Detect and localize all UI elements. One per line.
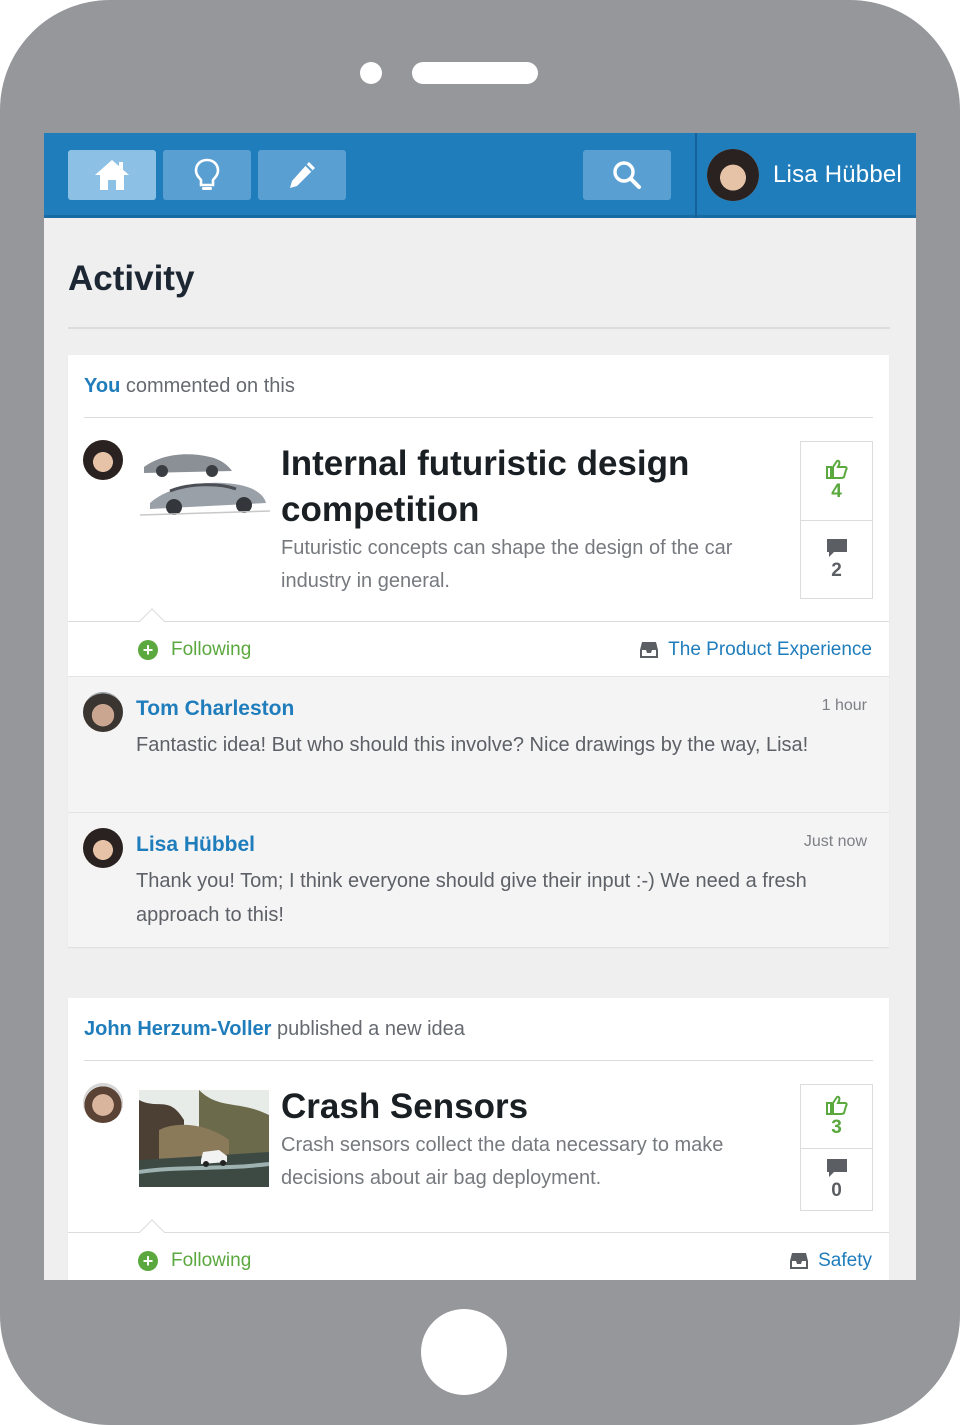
author-avatar[interactable] <box>83 1083 123 1123</box>
user-avatar <box>707 149 759 201</box>
activity-actor[interactable]: You <box>84 375 120 397</box>
author-avatar[interactable] <box>83 440 123 480</box>
following-label: Following <box>171 1250 252 1271</box>
plus-circle-icon: + <box>138 1251 158 1271</box>
like-count: 3 <box>831 1116 842 1138</box>
page-title: Activity <box>68 259 195 298</box>
inbox-icon <box>640 642 659 658</box>
search-button[interactable] <box>583 150 671 200</box>
user-divider <box>695 133 697 218</box>
footer-divider <box>68 621 889 622</box>
lightbulb-icon <box>194 158 220 190</box>
idea-stats: 4 2 <box>800 441 873 599</box>
ideas-nav-button[interactable] <box>163 150 251 200</box>
comment-text: Fantastic idea! But who should this invo… <box>136 734 809 756</box>
activity-actor[interactable]: John Herzum-Voller <box>84 1018 271 1040</box>
like-count-button[interactable]: 3 <box>801 1085 872 1148</box>
commenter-name[interactable]: Tom Charleston <box>136 697 294 721</box>
home-hardware-button[interactable] <box>421 1309 507 1395</box>
idea-thumbnail-car-sketch[interactable] <box>140 445 270 527</box>
header-divider <box>84 1060 873 1061</box>
speaker-slot <box>412 62 538 84</box>
user-name: Lisa Hübbel <box>773 161 902 188</box>
commenter-name[interactable]: Lisa Hübbel <box>136 833 255 857</box>
app-screen: Lisa Hübbel Activity You commented on th… <box>44 133 916 1280</box>
comment-time: Just now <box>803 833 867 850</box>
plus-circle-icon: + <box>138 640 158 660</box>
home-icon <box>95 160 129 190</box>
search-icon <box>613 161 641 189</box>
comment-item: Lisa Hübbel Just now Thank you! Tom; I t… <box>68 812 889 947</box>
user-menu[interactable]: Lisa Hübbel <box>707 149 902 201</box>
commenter-avatar[interactable] <box>83 692 123 732</box>
comment-text: Thank you! Tom; I think everyone should … <box>136 870 807 926</box>
home-nav-button[interactable] <box>68 150 156 200</box>
channel-name: Safety <box>818 1250 872 1271</box>
following-toggle[interactable]: + Following <box>138 639 251 661</box>
idea-thumbnail-forest-car[interactable] <box>139 1090 269 1187</box>
comment-count: 2 <box>831 559 842 581</box>
activity-header: You commented on this <box>84 375 295 398</box>
idea-stats: 3 0 <box>800 1084 873 1211</box>
comment-count-button[interactable]: 2 <box>801 520 872 598</box>
commenter-avatar[interactable] <box>83 828 123 868</box>
title-divider <box>68 327 890 329</box>
comment-time: 1 hour <box>821 697 867 714</box>
thumbs-up-icon <box>825 459 848 479</box>
device-frame: Lisa Hübbel Activity You commented on th… <box>0 0 960 1425</box>
header-divider <box>84 417 873 418</box>
activity-action: commented on this <box>125 375 295 397</box>
following-label: Following <box>171 639 252 660</box>
activity-header: John Herzum-Voller published a new idea <box>84 1018 465 1041</box>
top-navigation-bar: Lisa Hübbel <box>44 133 916 218</box>
create-idea-nav-button[interactable] <box>258 150 346 200</box>
comment-count-button[interactable]: 0 <box>801 1148 872 1210</box>
comment-count: 0 <box>831 1179 842 1201</box>
thumbs-up-icon <box>825 1095 848 1115</box>
comment-item: Tom Charleston 1 hour Fantastic idea! Bu… <box>68 676 889 812</box>
following-toggle[interactable]: + Following <box>138 1250 251 1272</box>
idea-description: Crash sensors collect the data necessary… <box>281 1134 724 1189</box>
channel-link[interactable]: Safety <box>789 1250 872 1272</box>
pencil-icon <box>290 162 315 188</box>
footer-divider <box>68 1232 889 1233</box>
idea-description: Futuristic concepts can shape the design… <box>281 537 733 592</box>
activity-card: John Herzum-Voller published a new idea … <box>68 998 889 1280</box>
activity-card: You commented on this Internal futuristi… <box>68 355 889 947</box>
like-count: 4 <box>831 481 842 502</box>
comment-icon <box>826 1158 847 1177</box>
inbox-icon <box>790 1253 809 1269</box>
like-count-button[interactable]: 4 <box>801 442 872 520</box>
comment-icon <box>826 538 847 557</box>
channel-link[interactable]: The Product Experience <box>639 639 872 661</box>
pointer-caret <box>139 608 165 634</box>
pointer-caret <box>139 1219 165 1245</box>
idea-title[interactable]: Crash Sensors <box>281 1084 781 1130</box>
idea-title[interactable]: Internal futuristic design competition <box>281 441 781 533</box>
camera-dot <box>360 62 382 84</box>
activity-action: published a new idea <box>277 1018 465 1040</box>
channel-name: The Product Experience <box>668 639 872 660</box>
